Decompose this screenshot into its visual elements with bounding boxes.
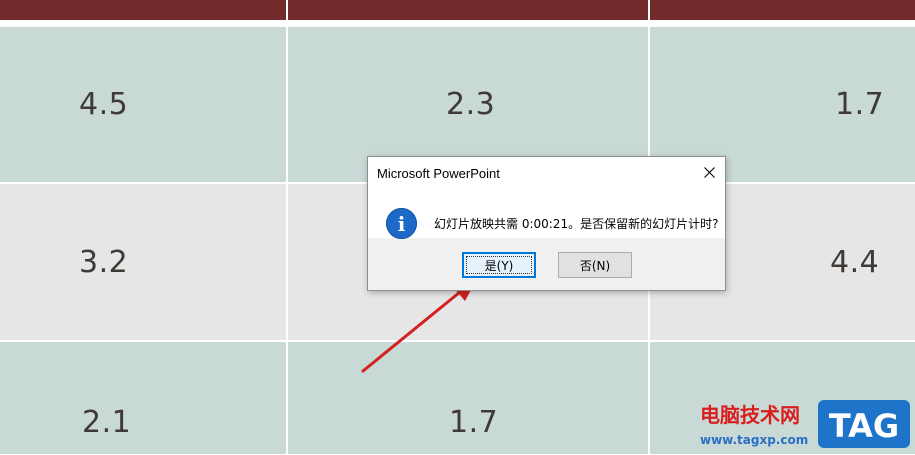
svg-text:TAG: TAG xyxy=(829,407,899,445)
dialog-message: 幻灯片放映共需 0:00:21。是否保留新的幻灯片计时? xyxy=(434,217,719,231)
close-icon xyxy=(704,167,715,178)
no-button[interactable]: 否(N) xyxy=(558,252,632,278)
close-button[interactable] xyxy=(694,157,725,188)
info-icon: i xyxy=(386,208,417,239)
svg-text:电脑技术网: 电脑技术网 xyxy=(700,403,800,427)
watermark-logo: 电脑技术网 www.tagxp.com TAG xyxy=(700,400,910,450)
dialog-title: Microsoft PowerPoint xyxy=(377,166,500,181)
yes-button[interactable]: 是(Y) xyxy=(462,252,536,278)
dialog-titlebar: Microsoft PowerPoint xyxy=(368,157,725,188)
svg-text:www.tagxp.com: www.tagxp.com xyxy=(700,433,808,447)
message-dialog: Microsoft PowerPoint i 幻灯片放映共需 0:00:21。是… xyxy=(367,156,726,291)
